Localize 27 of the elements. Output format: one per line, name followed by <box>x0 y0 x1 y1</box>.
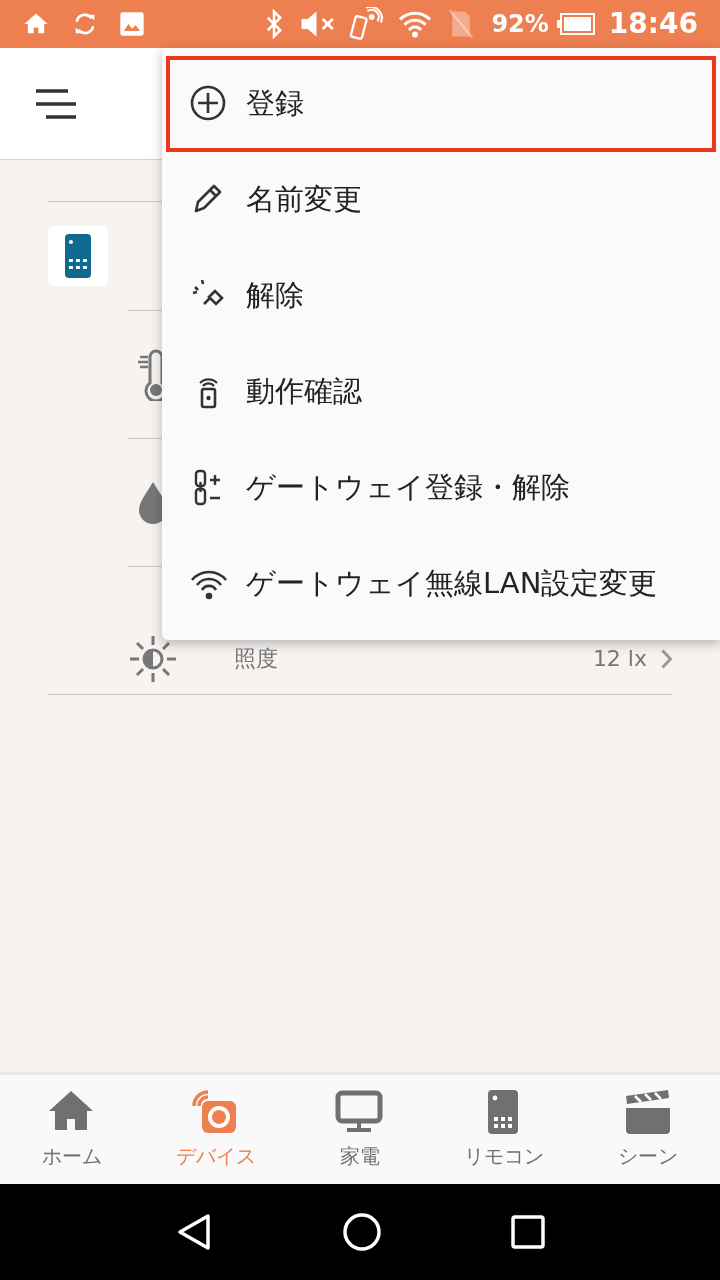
sensor-label: 照度 <box>234 645 279 673</box>
phone-signal-icon <box>349 7 384 41</box>
no-sim-icon <box>447 9 476 39</box>
recents-icon[interactable] <box>510 1214 546 1250</box>
nav-tab[interactable]: シーン <box>576 1075 720 1184</box>
brightness-icon <box>128 633 178 684</box>
clock-time: 18:46 <box>608 6 698 42</box>
home-button-icon[interactable] <box>342 1212 382 1252</box>
image-icon <box>118 10 146 38</box>
menu-item[interactable]: ゲートウェイ登録・解除 <box>166 440 716 536</box>
nav-tab[interactable]: ホーム <box>0 1075 144 1184</box>
wifi-icon <box>397 9 434 39</box>
menu-item[interactable]: ゲートウェイ無線LAN設定変更 <box>166 536 716 632</box>
add-circle-icon <box>190 85 228 123</box>
menu-item[interactable]: 名前変更 <box>166 152 716 248</box>
device-tile[interactable] <box>48 226 108 286</box>
battery-percent: 92% <box>491 9 549 40</box>
menu-item[interactable]: 解除 <box>166 248 716 344</box>
nav-tab[interactable]: リモコン <box>432 1075 576 1184</box>
nav-tab[interactable]: 家電 <box>288 1075 432 1184</box>
remote-icon <box>64 233 92 279</box>
battery-icon <box>556 12 595 36</box>
menu-item[interactable]: 登録 <box>166 56 716 152</box>
menu-item[interactable]: 動作確認 <box>166 344 716 440</box>
chevron-icon <box>661 648 672 669</box>
sensor-value: 12 lx <box>592 645 647 673</box>
menu-icon[interactable] <box>36 87 76 120</box>
